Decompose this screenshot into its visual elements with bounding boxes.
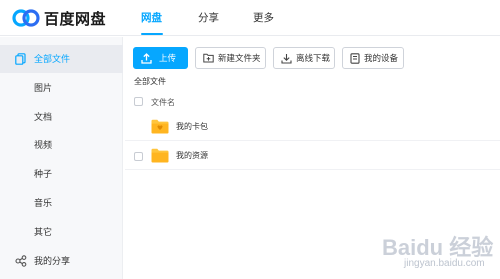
row-checkbox[interactable]: [134, 152, 143, 161]
download-icon: [281, 53, 292, 64]
new-folder-button[interactable]: 新建文件夹: [195, 47, 266, 69]
sidebar-item-images[interactable]: 图片: [0, 74, 123, 102]
sidebar-item-label: 图片: [34, 83, 53, 93]
file-list-header: 文件名: [133, 95, 500, 111]
sidebar-item-label: 音乐: [34, 198, 53, 208]
sidebar-item-all-files[interactable]: 全部文件: [0, 45, 123, 73]
device-icon: [350, 52, 360, 64]
sidebar-item-label: 视频: [34, 140, 53, 150]
tab-share[interactable]: 分享: [198, 10, 219, 25]
sidebar-item-label: 种子: [34, 169, 53, 179]
upload-icon: [141, 52, 152, 64]
breadcrumb[interactable]: 全部文件: [134, 76, 166, 87]
file-name[interactable]: 我的资源: [176, 142, 208, 170]
folder-icon: [151, 148, 169, 163]
sidebar-item-videos[interactable]: 视频: [0, 131, 123, 159]
sidebar-item-label: 文档: [34, 112, 53, 122]
baidu-netdisk-logo[interactable]: 百度网盘: [12, 5, 106, 31]
new-folder-label: 新建文件夹: [218, 53, 261, 63]
select-all-checkbox[interactable]: [134, 97, 143, 106]
offline-download-label: 离线下载: [296, 53, 331, 63]
cloud-logo-icon: [12, 9, 40, 27]
active-tab-indicator: [141, 33, 163, 35]
column-filename[interactable]: 文件名: [151, 97, 175, 108]
my-devices-button[interactable]: 我的设备: [342, 47, 404, 69]
top-header: 百度网盘 网盘 分享 更多: [0, 0, 500, 36]
file-row[interactable]: 我的卡包: [125, 113, 500, 141]
share-icon: [15, 255, 27, 267]
tab-netdisk[interactable]: 网盘: [141, 10, 162, 25]
tab-more[interactable]: 更多: [253, 10, 274, 25]
my-devices-label: 我的设备: [364, 53, 399, 63]
watermark-sub: jingyan.baidu.com: [404, 258, 485, 269]
baidu-jingyan-watermark: Baidu 经验 jingyan.baidu.com: [372, 228, 498, 276]
card-folder-icon: [151, 119, 169, 134]
sidebar: 全部文件 图片 文档 视频 种子 音乐 其它 我的分享: [0, 37, 123, 279]
sidebar-item-label: 我的分享: [34, 256, 71, 266]
upload-label: 上传: [159, 53, 177, 63]
sidebar-item-other[interactable]: 其它: [0, 218, 123, 246]
sidebar-item-documents[interactable]: 文档: [0, 103, 123, 131]
new-folder-icon: [203, 53, 214, 63]
sidebar-item-label: 其它: [34, 227, 53, 237]
file-row[interactable]: 我的资源: [125, 142, 500, 170]
upload-button[interactable]: 上传: [133, 47, 188, 69]
sidebar-item-label: 全部文件: [34, 54, 71, 64]
logo-text: 百度网盘: [44, 10, 107, 28]
sidebar-item-music[interactable]: 音乐: [0, 189, 123, 217]
files-icon: [15, 53, 26, 65]
sidebar-item-torrents[interactable]: 种子: [0, 160, 123, 188]
sidebar-item-my-shares[interactable]: 我的分享: [0, 247, 123, 275]
offline-download-button[interactable]: 离线下载: [273, 47, 335, 69]
file-name[interactable]: 我的卡包: [176, 113, 208, 141]
